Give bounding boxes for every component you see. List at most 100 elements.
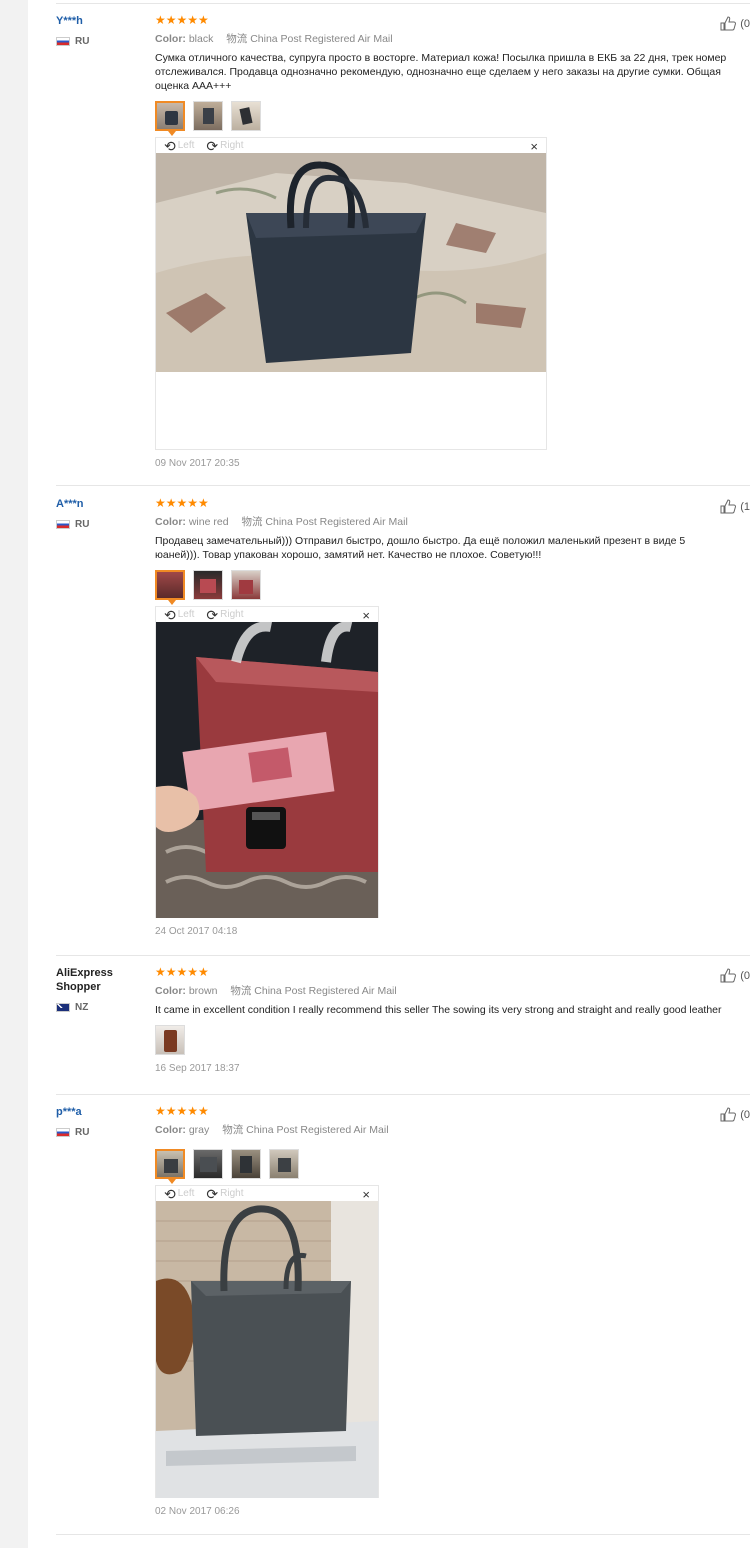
photo-thumbnail[interactable] — [193, 570, 223, 600]
rotate-right-icon: ⟳ — [206, 606, 219, 623]
review-meta: Color: wine red 物流 China Post Registered… — [155, 515, 745, 529]
rotate-right-label: Right — [220, 609, 244, 620]
reviewer-country: NZ — [56, 1002, 88, 1013]
photo-thumbnails — [155, 1025, 745, 1055]
rotate-right-button[interactable]: ⟳ Right — [206, 608, 243, 622]
reviewer-name[interactable]: A***n — [56, 497, 136, 511]
rotate-left-icon: ⟲ — [164, 606, 176, 623]
review-photo[interactable] — [156, 621, 378, 918]
review-body: ★★★★★ Color: black 物流 China Post Registe… — [155, 13, 745, 469]
reviewer-country: RU — [56, 36, 89, 47]
country-code: RU — [75, 36, 90, 47]
review-body: ★★★★★ Color: brown 物流 China Post Registe… — [155, 965, 745, 1074]
rotate-left-button[interactable]: ⟲ Left — [164, 139, 194, 153]
review-meta: Color: brown 物流 China Post Registered Ai… — [155, 984, 745, 998]
divider — [56, 1094, 750, 1095]
photo-thumbnail[interactable] — [193, 1149, 223, 1179]
shipping-icon: 物流 — [226, 33, 248, 45]
review-meta: Color: black 物流 China Post Registered Ai… — [155, 32, 745, 46]
reviewer-country: RU — [56, 1127, 89, 1138]
photo-thumbnail[interactable] — [193, 101, 223, 131]
color-value: gray — [188, 1124, 210, 1136]
new-zealand-flag-icon — [56, 1003, 70, 1012]
russia-flag-icon — [56, 520, 70, 529]
review-text: Продавец замечательный))) Отправил быстр… — [155, 535, 686, 561]
reviews-panel: Y***h RU (0 ★★★★★ Color: black 物流 China … — [28, 0, 750, 1548]
color-value: brown — [188, 985, 218, 997]
shipping-method: China Post Registered Air Mail — [254, 985, 397, 997]
photo-thumbnail[interactable] — [269, 1149, 299, 1179]
review-photo[interactable] — [156, 153, 546, 372]
color-label: Color: — [155, 33, 186, 45]
shipping-icon: 物流 — [222, 1124, 244, 1136]
reviewer-country: RU — [56, 519, 89, 530]
country-code: RU — [75, 1127, 90, 1138]
rotate-left-label: Left — [177, 1188, 195, 1199]
review-photo[interactable] — [156, 1201, 378, 1498]
rotate-right-icon: ⟳ — [206, 137, 219, 154]
reviewer-name[interactable]: Y***h — [56, 14, 136, 28]
photo-thumbnails — [155, 1149, 745, 1184]
close-icon[interactable]: × — [362, 608, 370, 623]
shipping-method: China Post Registered Air Mail — [246, 1124, 389, 1136]
russia-flag-icon — [56, 37, 70, 46]
divider — [56, 485, 750, 486]
star-rating: ★★★★★ — [155, 965, 209, 979]
rotate-right-button[interactable]: ⟳ Right — [206, 139, 243, 153]
rotate-right-icon: ⟳ — [206, 1185, 219, 1202]
review-meta: Color: gray 物流 China Post Registered Air… — [155, 1123, 745, 1137]
review-date: 09 Nov 2017 20:35 — [155, 458, 240, 469]
viewer-toolbar: ⟲ Left ⟳ Right × — [156, 1186, 378, 1203]
photo-thumbnail[interactable] — [155, 101, 185, 136]
reviewer-name[interactable]: AliExpress Shopper — [56, 966, 136, 994]
country-code: NZ — [75, 1002, 89, 1013]
color-label: Color: — [155, 1124, 186, 1136]
divider — [56, 3, 750, 4]
rotate-left-icon: ⟲ — [164, 137, 176, 154]
photo-viewer: ⟲ Left ⟳ Right × — [155, 137, 547, 450]
rotate-right-label: Right — [220, 140, 244, 151]
divider — [56, 1534, 750, 1535]
divider — [56, 955, 750, 956]
rotate-left-button[interactable]: ⟲ Left — [164, 608, 194, 622]
review-text: Сумка отличного качества, супруга просто… — [155, 52, 727, 92]
photo-thumbnail[interactable] — [155, 1025, 185, 1055]
close-icon[interactable]: × — [530, 139, 538, 154]
photo-thumbnails — [155, 101, 745, 136]
rotate-left-label: Left — [177, 140, 195, 151]
color-label: Color: — [155, 516, 186, 528]
review-body: ★★★★★ Color: gray 物流 China Post Register… — [155, 1104, 745, 1517]
photo-thumbnail[interactable] — [155, 570, 185, 605]
photo-thumbnail[interactable] — [155, 1149, 185, 1184]
photo-thumbnails — [155, 570, 745, 605]
shipping-icon: 物流 — [241, 516, 263, 528]
shipping-method: China Post Registered Air Mail — [265, 516, 408, 528]
viewer-toolbar: ⟲ Left ⟳ Right × — [156, 138, 546, 155]
photo-viewer: ⟲ Left ⟳ Right × — [155, 1185, 379, 1498]
photo-thumbnail[interactable] — [231, 1149, 261, 1179]
rotate-left-icon: ⟲ — [164, 1185, 176, 1202]
rotate-right-button[interactable]: ⟳ Right — [206, 1187, 243, 1201]
review-body: ★★★★★ Color: wine red 物流 China Post Regi… — [155, 496, 745, 937]
rotate-right-label: Right — [220, 1188, 244, 1199]
color-value: black — [188, 33, 214, 45]
photo-viewer: ⟲ Left ⟳ Right × — [155, 606, 379, 918]
country-code: RU — [75, 519, 90, 530]
rotate-left-label: Left — [177, 609, 195, 620]
star-rating: ★★★★★ — [155, 496, 209, 510]
reviewer-name[interactable]: p***a — [56, 1105, 136, 1119]
color-label: Color: — [155, 985, 186, 997]
russia-flag-icon — [56, 1128, 70, 1137]
close-icon[interactable]: × — [362, 1187, 370, 1202]
star-rating: ★★★★★ — [155, 1104, 209, 1118]
photo-thumbnail[interactable] — [231, 101, 261, 131]
color-value: wine red — [188, 516, 229, 528]
photo-thumbnail[interactable] — [231, 570, 261, 600]
viewer-toolbar: ⟲ Left ⟳ Right × — [156, 607, 378, 624]
review-text: It came in excellent condition I really … — [155, 1004, 722, 1016]
shipping-method: China Post Registered Air Mail — [250, 33, 393, 45]
review-date: 24 Oct 2017 04:18 — [155, 926, 238, 937]
rotate-left-button[interactable]: ⟲ Left — [164, 1187, 194, 1201]
shipping-icon: 物流 — [230, 985, 252, 997]
star-rating: ★★★★★ — [155, 13, 209, 27]
